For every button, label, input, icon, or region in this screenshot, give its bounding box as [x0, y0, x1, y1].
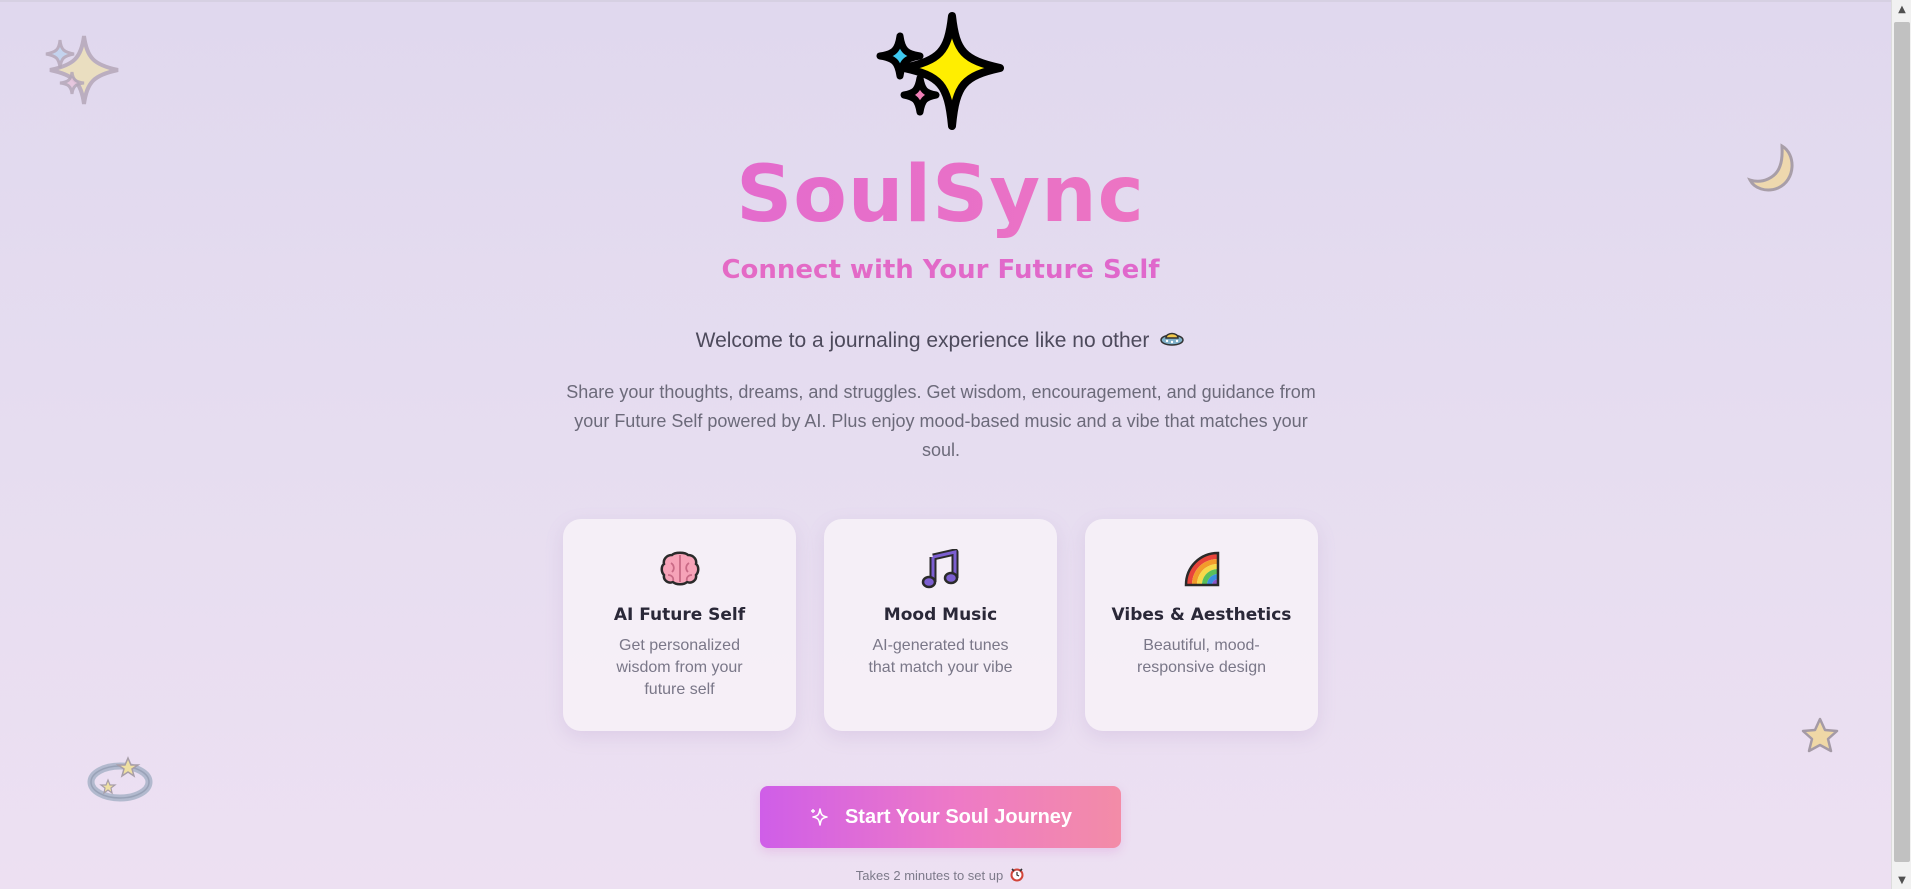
- feature-card-vibes-aesthetics: Vibes & Aesthetics Beautiful, mood-respo…: [1085, 519, 1318, 731]
- feature-card-ai-future-self: AI Future Self Get personalized wisdom f…: [563, 519, 796, 731]
- alarm-clock-icon: [1009, 866, 1025, 885]
- feature-text: Beautiful, mood-responsive design: [1137, 637, 1266, 676]
- sparkles-decoration-icon: [44, 30, 124, 114]
- feature-card-mood-music: Mood Music AI-generated tunes that match…: [824, 519, 1057, 731]
- feature-title: Mood Music: [883, 605, 998, 625]
- app-title: SoulSync: [0, 150, 1881, 240]
- feature-cards: AI Future Self Get personalized wisdom f…: [563, 519, 1319, 731]
- flying-saucer-icon: [1159, 328, 1185, 354]
- brain-icon: [563, 549, 796, 589]
- welcome-line: Welcome to a journaling experience like …: [0, 328, 1881, 354]
- setup-time-note: Takes 2 minutes to set up: [0, 866, 1881, 885]
- dizzy-stars-icon: [86, 752, 154, 808]
- rainbow-icon: [1085, 549, 1318, 589]
- sparkles-icon: [876, 10, 1006, 134]
- star-icon: [1800, 716, 1840, 760]
- sparkle-icon: [809, 807, 829, 827]
- intro-description: Share your thoughts, dreams, and struggl…: [566, 382, 1316, 460]
- setup-time-text: Takes 2 minutes to set up: [855, 868, 1004, 883]
- feature-text: AI-generated tunes that match your vibe: [868, 637, 1013, 676]
- landing-page: SoulSync Connect with Your Future Self W…: [0, 0, 1891, 889]
- feature-text: Get personalized wisdom from your future…: [616, 637, 743, 698]
- feature-title: Vibes & Aesthetics: [1111, 605, 1292, 625]
- vertical-scrollbar[interactable]: ▲ ▼: [1891, 0, 1911, 889]
- top-border: [0, 0, 1891, 2]
- start-journey-label: Start Your Soul Journey: [844, 805, 1073, 828]
- scroll-up-arrow-icon[interactable]: ▲: [1892, 0, 1911, 18]
- scroll-down-arrow-icon[interactable]: ▼: [1892, 871, 1911, 889]
- welcome-text: Welcome to a journaling experience like …: [695, 329, 1150, 352]
- feature-title: AI Future Self: [613, 605, 746, 625]
- start-journey-button[interactable]: Start Your Soul Journey: [760, 786, 1121, 848]
- app-subtitle: Connect with Your Future Self: [0, 255, 1881, 285]
- scroll-thumb[interactable]: [1894, 22, 1910, 862]
- music-notes-icon: [824, 549, 1057, 589]
